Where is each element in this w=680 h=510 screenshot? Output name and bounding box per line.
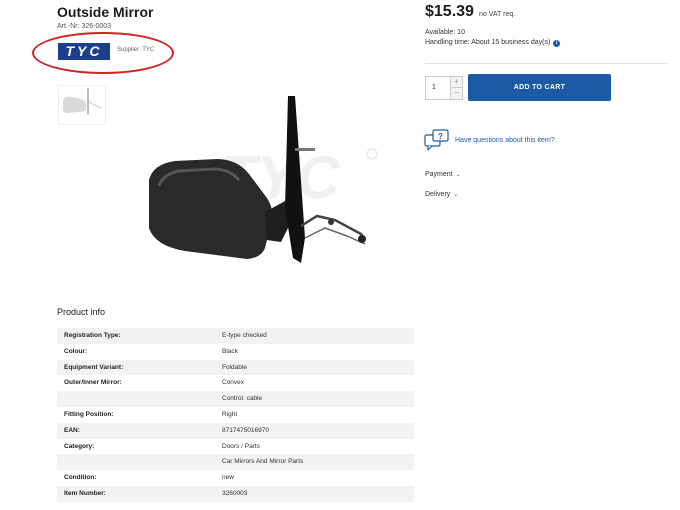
payment-dropdown[interactable]: Payment ⌄ <box>425 171 461 178</box>
handling-time: Handling time: About 15 business day(s) i <box>425 39 561 47</box>
row-label: Item Number: <box>64 489 106 497</box>
table-row: Car Mirrors And Mirror Parts <box>57 454 414 471</box>
table-row: Category: Doors / Parts <box>57 439 414 455</box>
table-row: Fitting Position: Right <box>57 407 414 423</box>
table-row: Registration Type: E-type checked <box>57 328 414 344</box>
row-value: Right <box>222 410 238 418</box>
row-value: Car Mirrors And Mirror Parts <box>222 458 304 466</box>
row-value: Control: cable <box>222 395 263 403</box>
row-value: Black <box>222 347 238 355</box>
table-row: Condition: new <box>57 470 414 486</box>
plus-icon[interactable]: + <box>450 77 462 88</box>
row-label: Equipment Variant: <box>64 363 124 371</box>
brand-logo[interactable]: TYC <box>58 43 110 60</box>
product-thumbnail[interactable] <box>58 85 106 125</box>
row-label: Category: <box>64 442 95 450</box>
divider <box>425 63 668 64</box>
row-value: Foldable <box>222 363 247 371</box>
vat-note: no VAT req. <box>479 11 516 18</box>
handling-time-label: Handling time: About 15 business day(s) <box>425 39 551 46</box>
row-value: E-type checked <box>222 332 267 339</box>
table-row: Equipment Variant: Foldable <box>57 359 414 376</box>
delivery-dropdown[interactable]: Delivery ⌄ <box>425 191 458 198</box>
row-value: 3260003 <box>222 489 248 497</box>
table-row: Colour: Black <box>57 344 414 360</box>
row-label: Condition: <box>64 474 97 482</box>
row-value: Doors / Parts <box>222 442 260 450</box>
product-title: Outside Mirror <box>57 4 154 20</box>
product-info-heading: Product info <box>57 307 106 317</box>
table-row: Item Number: 3260003 <box>57 485 414 502</box>
payment-label: Payment <box>425 171 453 178</box>
quantity-value[interactable]: 1 <box>432 84 436 91</box>
minus-icon[interactable]: – <box>450 88 462 99</box>
row-value: new <box>222 474 234 482</box>
product-main-image[interactable]: TYC <box>135 88 390 286</box>
row-label: Colour: <box>64 347 88 355</box>
row-value: Convex <box>222 379 245 387</box>
delivery-label: Delivery <box>425 191 451 198</box>
info-icon[interactable]: i <box>553 40 561 47</box>
product-info-table: Registration Type: E-type checked Colour… <box>57 328 414 502</box>
row-label: EAN: <box>64 426 80 434</box>
questions-link[interactable]: Have questions about this item? <box>455 137 555 144</box>
chat-question-icon[interactable]: ? <box>424 129 450 153</box>
row-label: Registration Type: <box>64 332 121 339</box>
quantity-stepper[interactable]: 1 + – <box>425 76 463 100</box>
add-to-cart-button[interactable]: ADD TO CART <box>468 74 611 101</box>
availability: Available: 10 <box>425 29 465 36</box>
row-value: 8717475016970 <box>222 426 269 434</box>
row-label: Fitting Position: <box>64 410 114 418</box>
table-row: Outer/Inner Mirror: Convex <box>57 375 414 391</box>
chevron-down-icon: ⌄ <box>453 192 459 198</box>
article-number: Art.-Nr: 326-0003 <box>57 23 112 30</box>
supplier-label: Supplier: TYC <box>117 47 155 53</box>
svg-text:?: ? <box>438 132 443 141</box>
price: $15.39 <box>425 3 474 20</box>
table-row: EAN: 8717475016970 <box>57 422 414 439</box>
table-row: Control: cable <box>57 391 414 407</box>
chevron-down-icon: ⌄ <box>455 172 461 178</box>
row-label: Outer/Inner Mirror: <box>64 379 122 387</box>
